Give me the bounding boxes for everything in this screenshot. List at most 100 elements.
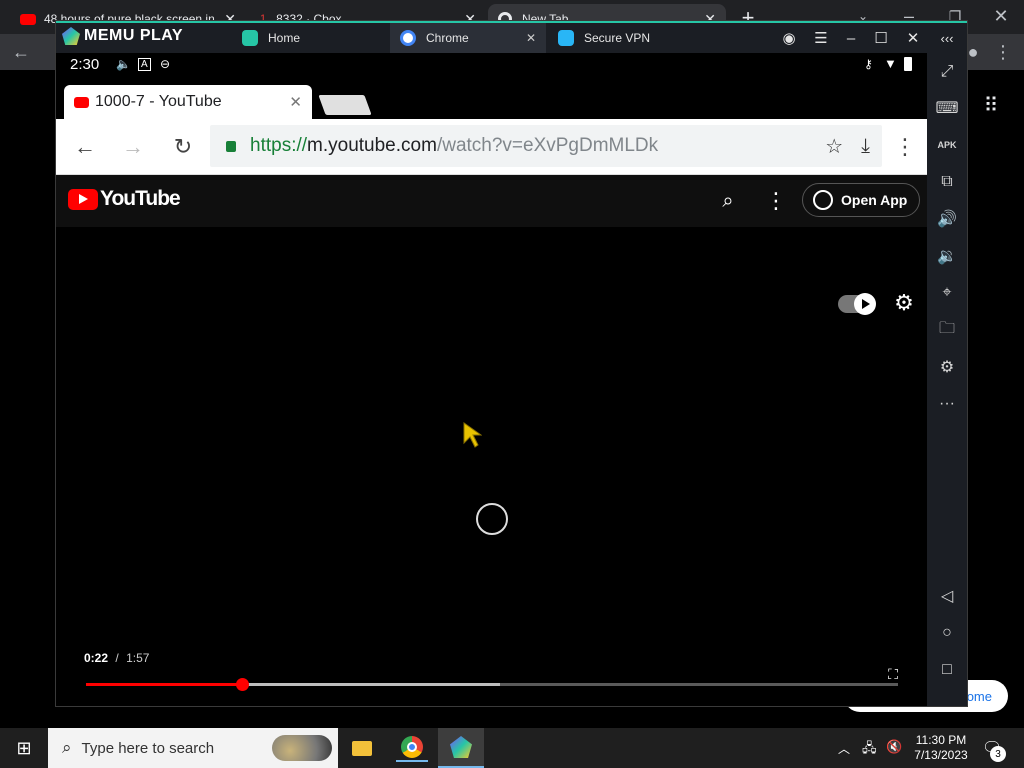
battery-icon [904, 57, 912, 71]
wifi-icon: ▼ [884, 56, 897, 71]
url-path: /watch?v=eXvPgDmMLDk [436, 135, 659, 156]
multi-window-icon[interactable]: ⧉ [927, 167, 967, 197]
fullscreen-icon[interactable]: ⛶ [882, 663, 904, 685]
speaker-icon: 🔈 [116, 57, 131, 71]
overflow-menu-icon[interactable]: ⋮ [890, 133, 920, 161]
recents-square-icon[interactable]: □ [927, 655, 967, 685]
youtube-logo[interactable]: YouTube [68, 187, 181, 211]
close-icon[interactable]: ✕ [526, 31, 536, 45]
close-window-icon[interactable]: ✕ [986, 4, 1016, 28]
clock[interactable]: 11:30 PM 7/13/2023 [906, 733, 976, 763]
open-app-button[interactable]: Open App [802, 183, 920, 217]
memu-tab-home[interactable]: Home [232, 23, 388, 53]
video-time: 0:22 / 1:57 [84, 651, 149, 665]
windows-taskbar: ⊞ ⌕ Type here to search ︿ 🖧 🔇 11:30 PM 7… [0, 728, 1024, 768]
lock-icon [226, 140, 236, 152]
search-placeholder: Type here to search [81, 739, 215, 757]
clock-time: 11:30 PM [915, 733, 967, 747]
star-icon[interactable]: ☆ [825, 134, 843, 159]
volume-muted-icon[interactable]: 🔇 [886, 739, 902, 755]
scrubber-handle[interactable] [235, 678, 249, 691]
volume-up-icon[interactable]: 🔊 [927, 204, 967, 234]
youtube-header: YouTube ⌕ ⋮ Open App [56, 175, 927, 227]
account-icon[interactable]: ◉ [774, 23, 804, 53]
url-host: m.youtube.com [307, 135, 437, 156]
keyboard-icon[interactable]: ⌨ [927, 93, 967, 123]
host-pill-text: ome [966, 688, 992, 704]
memu-logo: MEMU PLAY [62, 27, 183, 45]
android-screen: 2:30 🔈 A ⊖ ⚷ ▼ 1000-7 - YouTube ✕ ← → ↻ … [56, 53, 927, 706]
settings-icon[interactable]: ⚙ [927, 352, 967, 382]
back-arrow-icon[interactable]: ← [70, 133, 100, 161]
video-player[interactable]: ⚙ 0:22 / 1:57 ⛶ [56, 227, 927, 706]
back-triangle-icon[interactable]: ◁ [927, 581, 967, 611]
mouse-cursor-icon [463, 422, 482, 448]
chrome-icon [400, 30, 416, 46]
youtube-play-icon [68, 188, 98, 210]
chevron-up-icon[interactable]: ︿ [838, 740, 850, 757]
menu-dots-icon[interactable]: ⋮ [990, 40, 1016, 64]
current-time: 0:22 [84, 651, 109, 665]
memu-tab-vpn[interactable]: Secure VPN [548, 23, 704, 53]
close-icon[interactable]: ✕ [289, 93, 302, 111]
apk-icon[interactable]: APK [927, 130, 967, 160]
windows-start-icon[interactable]: ⊞ [0, 728, 48, 768]
memu-tab-label: Secure VPN [584, 31, 651, 45]
apps-grid-icon[interactable]: ⠿ [978, 92, 1004, 118]
memu-brand: MEMU PLAY [84, 27, 184, 44]
settings-gear-icon[interactable]: ⚙ [890, 289, 918, 317]
menu-lines-icon[interactable]: ☰ [806, 23, 836, 53]
youtube-icon [20, 13, 36, 25]
mobile-tab-title: 1000-7 - YouTube [95, 93, 222, 110]
memu-titlebar: MEMU PLAY Home Chrome ✕ Secure VPN ◉ ☰ –… [56, 21, 967, 53]
loading-spinner [476, 503, 508, 535]
folder-icon[interactable]: 🗀 [927, 315, 967, 345]
autoplay-toggle[interactable] [838, 293, 876, 315]
volume-down-icon[interactable]: 🔉 [927, 241, 967, 271]
reload-icon[interactable]: ↻ [168, 133, 198, 161]
vpn-icon [558, 30, 574, 46]
url-bar[interactable]: https:// m.youtube.com /watch?v=eXvPgDmM… [210, 125, 882, 167]
minimize-icon[interactable]: – [836, 23, 866, 53]
played-bar [86, 683, 242, 686]
memu-sidebar: ⤢ ⌨ APK ⧉ 🔊 🔉 ⌖ 🗀 ⚙ ··· ◁ ○ □ [927, 53, 967, 706]
status-time: 2:30 [70, 56, 100, 73]
collapse-sidebar-icon[interactable]: ‹‹‹ [932, 23, 962, 53]
taskbar-search[interactable]: ⌕ Type here to search [48, 728, 338, 768]
new-tab-button[interactable] [318, 95, 372, 115]
clock-date: 7/13/2023 [914, 748, 968, 762]
maximize-icon[interactable]: ☐ [866, 23, 896, 53]
mobile-tab-youtube[interactable]: 1000-7 - YouTube ✕ [64, 85, 312, 119]
forward-arrow-icon[interactable]: → [118, 133, 148, 161]
open-app-label: Open App [841, 192, 908, 208]
fullscreen-icon[interactable]: ⤢ [927, 57, 967, 87]
close-window-icon[interactable]: ✕ [898, 23, 928, 53]
network-icon[interactable]: 🖧 [862, 739, 877, 761]
location-icon[interactable]: ⌖ [927, 278, 967, 308]
search-icon: ⌕ [62, 738, 72, 757]
mobile-chrome-tabstrip: 1000-7 - YouTube ✕ [56, 79, 927, 119]
memu-window: MEMU PLAY Home Chrome ✕ Secure VPN ◉ ☰ –… [55, 20, 968, 707]
search-highlight-image [272, 735, 332, 761]
account-circle-icon [813, 190, 833, 210]
memu-logo-icon [62, 27, 80, 45]
progress-bar[interactable] [86, 678, 898, 691]
download-icon[interactable]: ⤓ [861, 135, 870, 158]
key-icon: ⚷ [864, 57, 873, 71]
vpn-status-icon: ⊖ [160, 57, 171, 71]
chrome-taskbar-icon[interactable] [396, 734, 428, 762]
memu-tab-chrome[interactable]: Chrome ✕ [390, 23, 546, 53]
memu-home-icon [242, 30, 258, 46]
file-explorer-icon[interactable] [346, 734, 378, 762]
more-vert-icon[interactable]: ⋮ [762, 187, 790, 215]
back-arrow-icon[interactable]: ← [8, 40, 34, 64]
memu-tab-label: Home [268, 31, 301, 45]
more-icon[interactable]: ··· [927, 389, 967, 419]
search-icon[interactable]: ⌕ [714, 187, 742, 215]
notification-badge: 3 [990, 746, 1006, 762]
memu-taskbar-icon[interactable] [438, 728, 484, 768]
duration: 1:57 [126, 651, 150, 665]
home-circle-icon[interactable]: ○ [927, 618, 967, 648]
play-icon [854, 293, 876, 315]
android-status-bar: 2:30 🔈 A ⊖ ⚷ ▼ [56, 53, 927, 79]
